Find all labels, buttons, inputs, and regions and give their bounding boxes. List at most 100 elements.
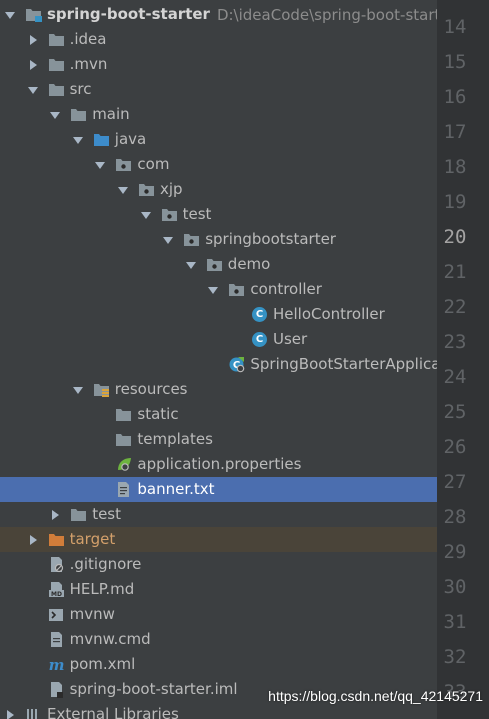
project-path: D:\ideaCode\spring-boot-starter xyxy=(216,5,437,24)
tree-item-label: test xyxy=(182,205,212,223)
line-number: 22 xyxy=(443,296,467,318)
folder-icon xyxy=(48,31,65,48)
line-number: 27 xyxy=(443,471,467,493)
no-arrow xyxy=(27,609,39,621)
tree-item-label: java xyxy=(114,130,147,148)
tree-row-gitignore[interactable]: .gitignore xyxy=(0,552,437,577)
tree-row-resources[interactable]: resources xyxy=(0,377,437,402)
tree-item-label: mvnw.cmd xyxy=(69,630,151,648)
expanded-arrow-icon[interactable] xyxy=(94,159,106,171)
tree-row-idea[interactable]: .idea xyxy=(0,27,437,52)
no-arrow xyxy=(230,309,242,321)
tree-row-controller[interactable]: controller xyxy=(0,277,437,302)
tree-row-static[interactable]: static xyxy=(0,402,437,427)
excluded-folder-icon xyxy=(48,531,65,548)
expanded-arrow-icon[interactable] xyxy=(27,84,39,96)
module-folder-icon xyxy=(25,6,42,23)
tree-row-spring-boot-starter[interactable]: spring-boot-starter D:\ideaCode\spring-bo… xyxy=(0,2,437,27)
tree-item-label: springbootstarter xyxy=(205,230,336,248)
svg-text:m: m xyxy=(48,656,64,673)
tree-row-test[interactable]: test xyxy=(0,502,437,527)
line-number: 29 xyxy=(443,541,467,563)
tree-row-springbootstarterapplica[interactable]: C SpringBootStarterApplica xyxy=(0,352,437,377)
line-number: 19 xyxy=(443,191,467,213)
no-arrow xyxy=(207,359,219,371)
svg-text:MD: MD xyxy=(51,591,62,598)
no-arrow xyxy=(27,559,39,571)
tree-row-demo[interactable]: demo xyxy=(0,252,437,277)
no-arrow xyxy=(94,484,106,496)
markdown-file-icon: MD xyxy=(48,581,65,598)
folder-icon xyxy=(70,506,87,523)
shell-file-icon xyxy=(48,606,65,623)
line-number: 30 xyxy=(443,576,467,598)
line-number: 14 xyxy=(443,16,467,38)
tree-item-label: HELP.md xyxy=(69,580,135,598)
collapsed-arrow-icon[interactable] xyxy=(4,709,16,719)
line-number: 21 xyxy=(443,261,467,283)
tree-row-target[interactable]: target xyxy=(0,527,437,552)
expanded-arrow-icon[interactable] xyxy=(185,259,197,271)
tree-row-main[interactable]: main xyxy=(0,102,437,127)
line-number: 18 xyxy=(443,156,467,178)
tree-row-hellocontroller[interactable]: C HelloController xyxy=(0,302,437,327)
expanded-arrow-icon[interactable] xyxy=(117,184,129,196)
expanded-arrow-icon[interactable] xyxy=(162,234,174,246)
tree-row-external-libraries[interactable]: External Libraries xyxy=(0,702,437,719)
tree-row-src[interactable]: src xyxy=(0,77,437,102)
folder-icon xyxy=(70,106,87,123)
iml-file-icon xyxy=(48,681,65,698)
tree-item-label: resources xyxy=(114,380,188,398)
line-number: 24 xyxy=(443,366,467,388)
tree-row-banner-txt[interactable]: banner.txt xyxy=(0,477,437,502)
collapsed-arrow-icon[interactable] xyxy=(27,534,39,546)
expanded-arrow-icon[interactable] xyxy=(72,134,84,146)
expanded-arrow-icon[interactable] xyxy=(4,9,16,21)
tree-row-xjp[interactable]: xjp xyxy=(0,177,437,202)
tree-item-label: src xyxy=(69,80,92,98)
line-number: 26 xyxy=(443,436,467,458)
tree-item-label: User xyxy=(273,330,308,348)
spring-properties-icon xyxy=(115,456,132,473)
collapsed-arrow-icon[interactable] xyxy=(49,509,61,521)
tree-row-help-md[interactable]: MD HELP.md xyxy=(0,577,437,602)
expanded-arrow-icon[interactable] xyxy=(49,109,61,121)
no-arrow xyxy=(27,659,39,671)
tree-row-test[interactable]: test xyxy=(0,202,437,227)
expanded-arrow-icon[interactable] xyxy=(72,384,84,396)
expanded-arrow-icon[interactable] xyxy=(207,284,219,296)
editor-gutter: 14 15 16 17 18 19 20 21 22 23 24 25 26 27 28 29 30 31 32 33 xyxy=(437,0,489,719)
tree-item-label: .mvn xyxy=(69,55,108,73)
ignore-file-icon xyxy=(48,556,65,573)
maven-file-icon: m xyxy=(48,656,65,673)
tree-row-templates[interactable]: templates xyxy=(0,427,437,452)
package-icon xyxy=(138,181,155,198)
tree-row-springbootstarter[interactable]: springbootstarter xyxy=(0,227,437,252)
line-number: 31 xyxy=(443,611,467,633)
libraries-icon xyxy=(25,706,42,719)
tree-row-mvnw-cmd[interactable]: mvnw.cmd xyxy=(0,627,437,652)
line-number: 25 xyxy=(443,401,467,423)
line-number: 16 xyxy=(443,86,467,108)
class-icon: C xyxy=(251,306,268,323)
tree-item-label: static xyxy=(137,405,179,423)
tree-row-pom-xml[interactable]: m pom.xml xyxy=(0,652,437,677)
expanded-arrow-icon[interactable] xyxy=(140,209,152,221)
collapsed-arrow-icon[interactable] xyxy=(27,34,39,46)
no-arrow xyxy=(230,334,242,346)
text-file-icon xyxy=(115,481,132,498)
tree-row-mvn[interactable]: .mvn xyxy=(0,52,437,77)
tree-item-label: pom.xml xyxy=(69,655,136,673)
tree-row-java[interactable]: java xyxy=(0,127,437,152)
tree-row-application-properties[interactable]: application.properties xyxy=(0,452,437,477)
collapsed-arrow-icon[interactable] xyxy=(27,59,39,71)
package-icon xyxy=(183,231,200,248)
line-number: 23 xyxy=(443,331,467,353)
spring-boot-class-icon: C xyxy=(228,356,245,373)
tree-row-mvnw[interactable]: mvnw xyxy=(0,602,437,627)
tree-row-com[interactable]: com xyxy=(0,152,437,177)
tree-item-label: test xyxy=(92,505,121,523)
folder-icon xyxy=(48,56,65,73)
tree-row-user[interactable]: C User xyxy=(0,327,437,352)
folder-icon xyxy=(115,406,132,423)
